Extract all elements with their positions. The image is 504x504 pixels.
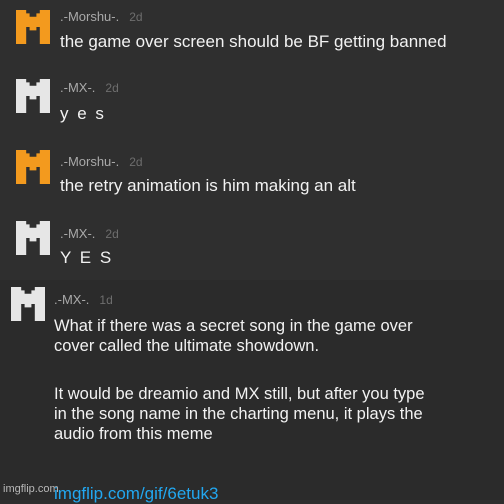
comment-text: the retry animation is him making an alt [60,176,356,195]
timestamp: 2d [105,81,119,95]
username[interactable]: .-Morshu-. [60,9,119,24]
comment-meta: .-Morshu-. 2d [60,9,143,24]
watermark: imgflip.com [3,483,59,495]
comment-text-line: What if there was a secret song in the g… [54,317,413,335]
comment-1: .-Morshu-. 2d the game over screen should… [0,0,504,68]
username[interactable]: .-Morshu-. [60,154,119,169]
comment-3: .-Morshu-. 2d the retry animation is him … [0,140,504,212]
m-logo-icon[interactable] [16,79,50,113]
timestamp: 1d [99,293,113,307]
comment-2: .-MX-. 2d y e s [0,68,504,140]
comment-meta: .-MX-. 2d [60,226,119,241]
comment-meta: .-Morshu-. 2d [60,154,143,169]
m-logo-icon[interactable] [16,150,50,184]
timestamp: 2d [129,155,143,169]
comment-text: Y E S [60,248,114,267]
comment-text-line: cover called the ultimate showdown. [54,337,320,355]
m-logo-icon[interactable] [11,287,45,321]
comment-text-line: in the song name in the charting menu, i… [54,405,423,423]
comment-text: y e s [60,104,106,123]
comment-meta: .-MX-. 2d [60,80,119,95]
comment-text-line: audio from this meme [54,425,213,443]
comment-text-line: It would be dreamio and MX still, but af… [54,385,425,403]
comment-text: the game over screen should be BF gettin… [60,32,447,51]
username[interactable]: .-MX-. [60,226,95,241]
comment-meta: .-MX-. 1d [54,292,113,307]
m-logo-icon[interactable] [16,10,50,44]
m-logo-icon[interactable] [16,221,50,255]
comment-5: .-MX-. 1d What if there was a secret song… [0,280,504,503]
username[interactable]: .-MX-. [54,292,89,307]
username[interactable]: .-MX-. [60,80,95,95]
meme-link[interactable]: imgflip.com/gif/6etuk3 [54,484,218,504]
timestamp: 2d [129,10,143,24]
timestamp: 2d [105,227,119,241]
comment-4: .-MX-. 2d Y E S [0,212,504,280]
